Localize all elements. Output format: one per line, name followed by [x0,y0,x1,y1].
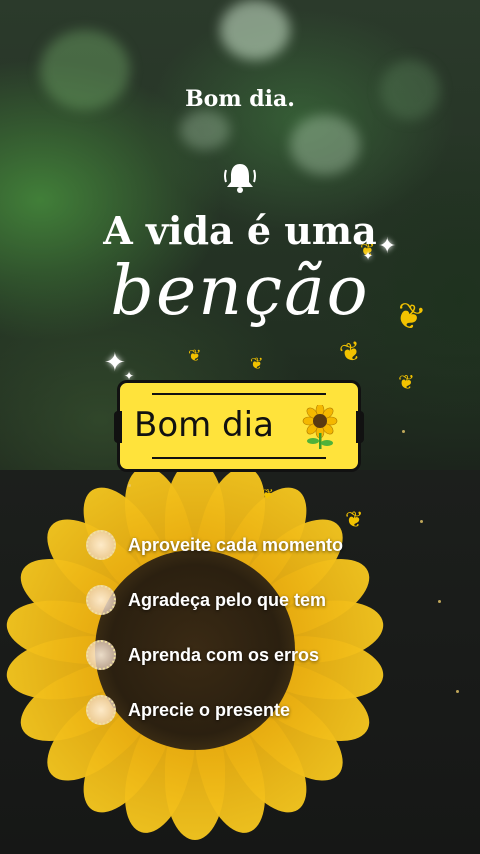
greeting-text: Bom dia. [185,86,295,112]
bell-icon [224,164,256,193]
checklist-item[interactable]: Aproveite cada momento [86,528,343,562]
sunflower-icon [302,405,338,449]
sticker-tab [356,411,364,443]
sticker-tab [114,411,122,443]
checkbox-icon[interactable] [86,640,116,670]
checklist-item[interactable]: Aprecie o presente [86,693,290,727]
sparkle-icon: ✦ [104,348,126,378]
headline: A vida é uma [103,208,377,253]
checklist-item[interactable]: Agradeça pelo que tem [86,583,326,617]
checkbox-icon[interactable] [86,695,116,725]
checklist-item-label: Aprenda com os erros [128,644,320,665]
glitter [456,690,459,693]
sticker-rule [152,457,326,459]
glitter [402,430,405,433]
script-word: bençãо [110,252,370,331]
glitter [438,600,441,603]
butterfly-icon: ❦ [262,487,274,503]
checklist-item-label: Aprecie o presente [128,699,291,720]
bokeh-light [220,0,290,60]
checklist-item[interactable]: Aprenda com os erros [86,638,319,672]
butterfly-icon: ❦ [398,370,415,394]
butterfly-icon: ❦ [250,354,264,373]
butterfly-icon: ❦ [345,508,364,533]
butterfly-icon: ❦ [336,335,366,371]
glitter [420,520,423,523]
sticker-label: Bom dia [134,405,274,445]
glitter [128,484,131,487]
checklist-item-label: Aproveite cada momento [128,534,344,555]
butterfly-icon: ❦ [188,346,202,365]
bokeh-light [180,110,230,150]
bokeh-light [290,115,360,175]
checklist-item-label: Agradeça pelo que tem [128,589,327,610]
bom-dia-sticker: Bom dia [114,380,364,472]
checkbox-icon[interactable] [86,530,116,560]
checkbox-icon[interactable] [86,585,116,615]
sticker-rule [152,393,326,395]
